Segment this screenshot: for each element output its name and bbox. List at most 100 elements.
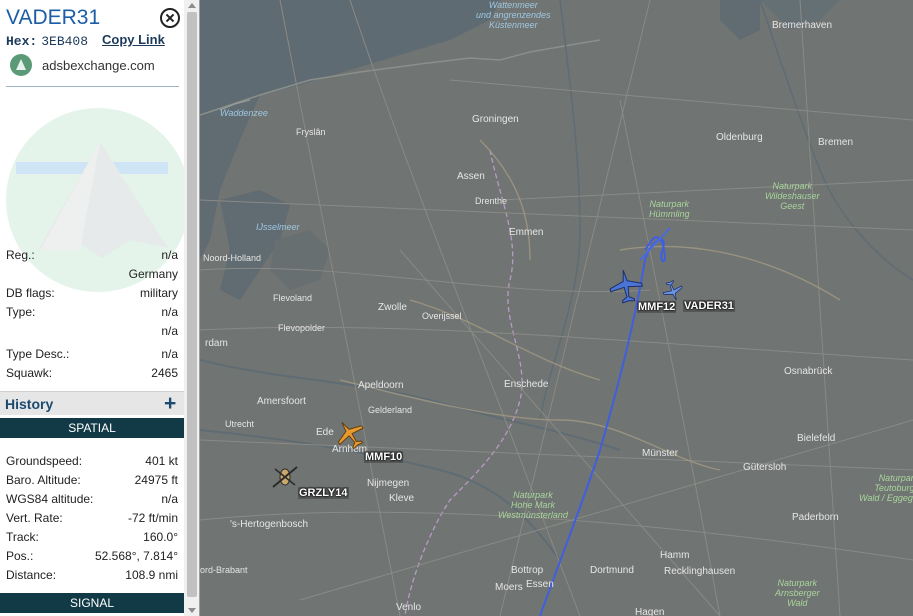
spatial-value: n/a <box>161 492 178 506</box>
spatial-value: 401 kt <box>145 454 178 468</box>
aircraft-callsign-title: VADER31 <box>6 6 101 29</box>
place-label: Recklinghausen <box>664 566 736 577</box>
place-label: Münster <box>642 448 679 459</box>
detail-key: Type: <box>6 305 36 319</box>
place-label: Zwolle <box>378 302 407 313</box>
place-label: Fryslân <box>296 127 326 137</box>
place-label: Waddenzee <box>220 108 268 118</box>
spatial-value: -72 ft/min <box>127 511 178 525</box>
place-label: Assen <box>457 171 485 182</box>
place-label: 's-Hertogenbosch <box>230 519 309 530</box>
detail-value: military <box>140 286 178 300</box>
aircraft-marker-grzly14-icon[interactable] <box>270 462 300 492</box>
place-label: Dortmund <box>590 565 634 576</box>
place-label: Wattenmeer und angrenzendes Küstenmeer <box>476 0 551 30</box>
detail-key: Squawk: <box>6 366 53 380</box>
source-link[interactable]: adsbexchange.com <box>10 54 155 76</box>
place-label: Venlo <box>396 602 422 613</box>
aircraft-info-panel: VADER31 Hex: 3EB408 Copy Link adsbexchang… <box>0 0 200 616</box>
place-label: Nijmegen <box>367 478 410 489</box>
place-label: Oldenburg <box>716 132 763 143</box>
callsign-label-vader31[interactable]: VADER31 <box>683 300 735 312</box>
scroll-up-icon[interactable] <box>188 3 196 8</box>
place-label: Hamm <box>660 550 690 561</box>
place-label: Enschede <box>504 379 549 390</box>
sidebar-scrollbar[interactable] <box>184 0 199 616</box>
callsign-label-mmf10[interactable]: MMF10 <box>364 451 404 463</box>
place-label: IJsselmeer <box>256 222 300 232</box>
place-label: Gütersloh <box>743 462 787 473</box>
place-label: Flevoland <box>273 293 313 303</box>
detail-value: n/a <box>161 248 178 262</box>
detail-value: n/a <box>161 324 178 338</box>
detail-value: n/a <box>161 305 178 319</box>
place-label: Gelderland <box>368 405 413 415</box>
place-label: Flevopolder <box>278 323 326 333</box>
place-label: Naturpark Hümmling <box>649 199 690 219</box>
history-label: History <box>5 396 54 412</box>
place-label: rdam <box>205 338 228 349</box>
detail-value: 2465 <box>151 366 178 380</box>
place-label: Bielefeld <box>797 433 836 444</box>
place-label: Amersfoort <box>257 396 306 407</box>
aircraft-marker-mmf12-icon[interactable] <box>608 268 644 304</box>
spatial-value: 52.568°, 7.814° <box>95 549 178 563</box>
adsbexchange-logo-icon <box>10 54 32 76</box>
spatial-key: Groundspeed: <box>6 454 83 468</box>
place-label: Apeldoorn <box>358 380 404 391</box>
place-label: Naturpark Hohe Mark Westmünsterland <box>498 490 568 520</box>
copy-link-button[interactable]: Copy Link <box>102 32 165 47</box>
callsign-label-mmf12[interactable]: MMF12 <box>637 301 677 313</box>
spatial-key: Distance: <box>6 568 57 582</box>
divider <box>6 86 179 87</box>
hex-label: Hex: <box>6 34 38 49</box>
spatial-key: WGS84 altitude: <box>6 492 94 506</box>
place-label: Emmen <box>509 227 544 238</box>
detail-value: n/a <box>161 347 178 361</box>
place-label: Bottrop <box>511 565 544 576</box>
spatial-key: Pos.: <box>6 549 34 563</box>
spatial-value: 108.9 nmi <box>125 568 178 582</box>
history-bar[interactable]: History + <box>0 391 184 415</box>
spatial-section-header[interactable]: SPATIAL <box>0 418 184 438</box>
place-label: Hagen <box>635 607 665 616</box>
detail-key: Type Desc.: <box>6 347 70 361</box>
place-label: Osnabrück <box>784 366 833 377</box>
place-label: Naturpark Wildeshauser Geest <box>765 181 820 211</box>
spatial-value: 24975 ft <box>134 473 178 487</box>
place-label: Ede <box>316 427 334 438</box>
spatial-key: Track: <box>6 530 39 544</box>
place-label: Naturpark Teutoburger Wald / Eggegebirge <box>859 473 913 503</box>
detail-key: DB flags: <box>6 286 55 300</box>
place-label: Utrecht <box>225 419 255 429</box>
spatial-key: Baro. Altitude: <box>6 473 81 487</box>
expand-plus-icon[interactable]: + <box>164 392 176 416</box>
aircraft-marker-vader31-icon[interactable] <box>662 280 684 302</box>
place-label: ord-Brabant <box>200 565 248 575</box>
hex-value: 3EB408 <box>41 34 89 49</box>
place-label: Bremerhaven <box>772 20 833 31</box>
signal-section-header[interactable]: SIGNAL <box>0 593 184 613</box>
place-label: Noord-Holland <box>203 253 262 263</box>
place-label: Moers <box>495 582 523 593</box>
place-label: Kleve <box>389 493 415 504</box>
hex-row: Hex: 3EB408 <box>6 33 88 49</box>
scrollbar-thumb[interactable] <box>187 12 197 597</box>
place-label: Overijssel <box>422 311 462 321</box>
place-label: Drenthe <box>475 196 508 206</box>
place-label: Naturpark Arnsberger Wald <box>775 578 820 608</box>
scroll-down-icon[interactable] <box>188 608 196 613</box>
place-label: Paderborn <box>792 512 839 523</box>
map-view[interactable]: Wattenmeer und angrenzendes Küstenmeer Wa… <box>200 0 913 616</box>
place-label: Groningen <box>472 114 519 125</box>
close-icon[interactable] <box>160 8 180 28</box>
detail-value: Germany <box>128 267 178 281</box>
callsign-label-grzly14[interactable]: GRZLY14 <box>298 487 349 499</box>
place-label: Essen <box>526 579 554 590</box>
source-site-text: adsbexchange.com <box>42 57 155 73</box>
spatial-value: 160.0° <box>143 530 178 544</box>
spatial-key: Vert. Rate: <box>6 511 63 525</box>
detail-key: Reg.: <box>6 248 35 262</box>
place-label: Bremen <box>818 137 854 148</box>
aircraft-marker-mmf10-icon[interactable] <box>334 418 366 450</box>
